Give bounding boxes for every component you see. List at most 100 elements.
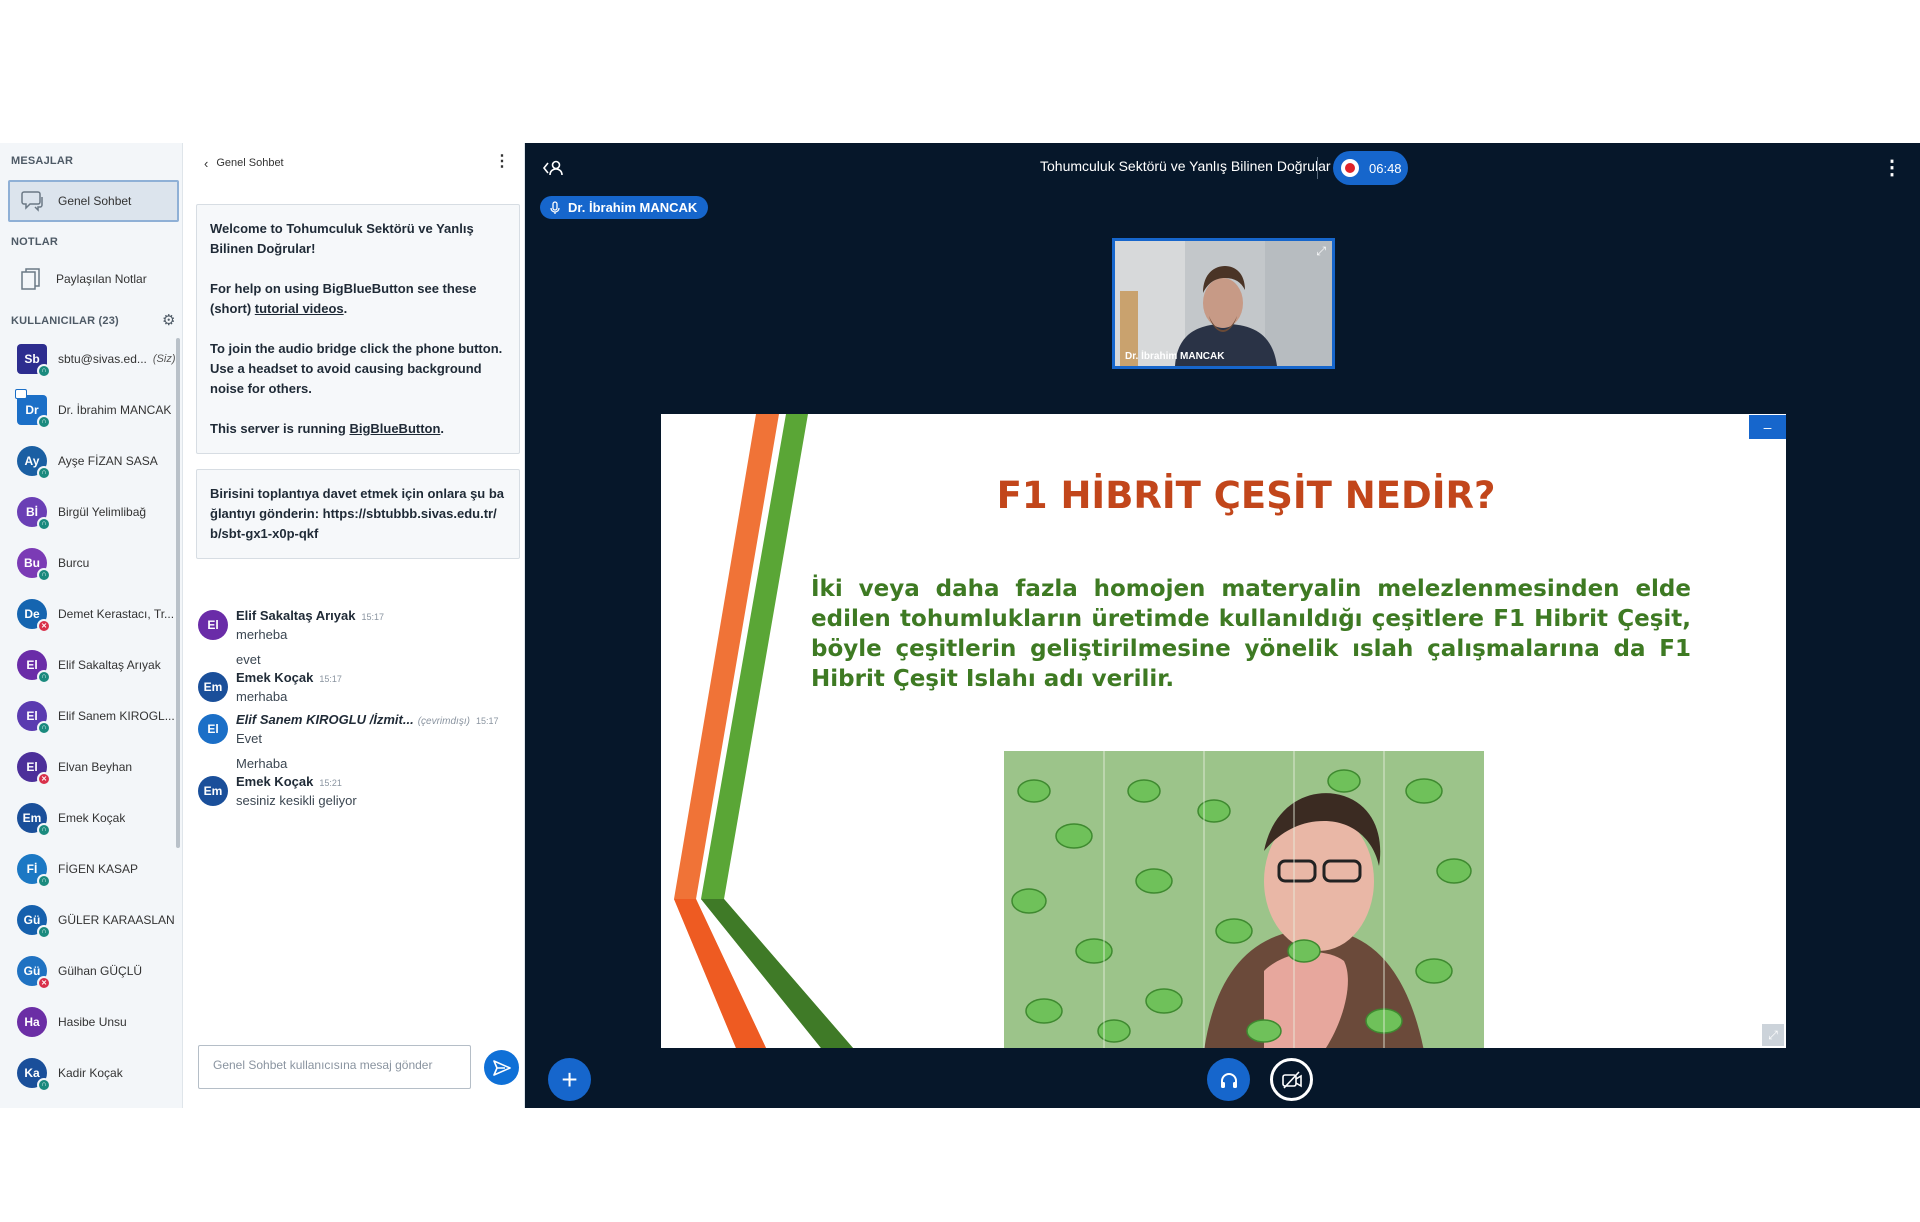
chat-back-button[interactable]: ‹ Genel Sohbet	[204, 153, 284, 173]
avatar-initials: Em	[203, 680, 223, 694]
sender-name: Elif Sakaltaş Arıyak	[236, 608, 356, 623]
message-text: merhaba	[236, 689, 288, 704]
send-button[interactable]	[484, 1050, 519, 1085]
invite-text: Birisini toplantıya davet etmek için onl…	[210, 486, 505, 541]
avatar: El ∩	[17, 700, 51, 735]
tutorial-link[interactable]: tutorial videos	[255, 301, 344, 316]
user-name: Kadir Koçak	[58, 1065, 123, 1080]
headphones-icon: ∩	[37, 669, 51, 684]
muted-microphone-icon: ✕	[37, 771, 51, 786]
user-list-item[interactable]: Bu ∩ Burcu	[0, 537, 176, 588]
avatar: Gü ∩	[17, 904, 51, 939]
user-list-item[interactable]: Gü ✕ Gülhan GÜÇLÜ	[0, 945, 176, 996]
user-list-sidebar: MESAJLAR Genel Sohbet NOTLAR Paylaşılan …	[0, 143, 183, 1108]
chat-options-icon[interactable]: ⋮	[494, 151, 510, 171]
user-name: FİGEN KASAP	[58, 861, 139, 876]
headphones-icon	[1220, 1072, 1237, 1088]
avatar: Gü ✕	[17, 955, 51, 990]
headphones-icon: ∩	[37, 873, 51, 888]
user-name: Emek Koçak	[58, 810, 126, 825]
avatar-initials: Fİ	[26, 861, 38, 876]
toggle-user-list-icon[interactable]	[542, 159, 564, 182]
chat-panel: ‹ Genel Sohbet ⋮ Welcome to Tohumculuk S…	[184, 143, 525, 1108]
offline-label: (çevrimdışı)	[417, 716, 470, 727]
message-time: 15:17	[475, 716, 499, 726]
avatar-initials: Dr	[25, 402, 39, 417]
user-list-item[interactable]: El ∩ Elif Sakaltaş Arıyak	[0, 639, 176, 690]
talking-indicator[interactable]: Dr. İbrahim MANCAK	[540, 196, 709, 219]
avatar-initials: Sb	[24, 351, 40, 366]
notes-icon	[16, 267, 46, 291]
invite-message: Birisini toplantıya davet etmek için onl…	[196, 469, 520, 559]
gear-icon[interactable]: ⚙	[162, 311, 175, 329]
avatar: El ✕	[17, 751, 51, 786]
recording-time: 06:48	[1369, 160, 1402, 176]
public-chat-item[interactable]: Genel Sohbet	[8, 180, 179, 222]
user-name: Demet Kerastacı, Tr...	[58, 606, 175, 621]
avatar-initials: El	[207, 618, 219, 632]
minimize-presentation-button[interactable]: –	[1749, 415, 1786, 439]
avatar: Dr ∩	[15, 388, 51, 429]
chat-message: El Elif Sakaltaş Arıyak 15:17 merheba evet	[198, 608, 518, 667]
message-header: Elif Sanem KIROGLU /İzmit... (çevrimdışı)…	[236, 712, 518, 727]
chat-message: Em Emek Koçak 15:17 merhaba	[198, 670, 518, 704]
message-text: merheba	[236, 627, 288, 642]
fullscreen-icon[interactable]: ⤢	[1316, 244, 1326, 259]
sender-name: Emek Koçak	[236, 670, 314, 685]
meeting-title: Tohumculuk Sektörü ve Yanlış Bilinen Doğ…	[1040, 158, 1331, 174]
user-list-item[interactable]: El ✕ Elvan Beyhan	[0, 741, 176, 792]
avatar: Sb ∩	[17, 343, 51, 378]
webcam-video[interactable]: Dr. İbrahim MANCAK ⤢	[1112, 238, 1335, 369]
avatar-initials: El	[26, 657, 38, 672]
bbb-link[interactable]: BigBlueButton	[349, 421, 440, 436]
chat-title: Genel Sohbet	[216, 157, 284, 169]
avatar: Em	[198, 672, 228, 702]
avatar: Em	[198, 776, 228, 806]
user-name: Elif Sakaltaş Arıyak	[58, 657, 161, 672]
server-text: This server is running	[210, 421, 350, 436]
message-text: evet	[236, 652, 261, 667]
leave-audio-button[interactable]	[1207, 1058, 1250, 1101]
headphones-icon: ∩	[37, 363, 51, 378]
user-name: GÜLER KARAASLAN	[58, 912, 175, 927]
user-list-item[interactable]: Sb ∩ sbtu@sivas.ed... (Siz)	[0, 333, 176, 384]
user-list-item[interactable]: Fİ ∩ FİGEN KASAP	[0, 843, 176, 894]
user-list-item[interactable]: Bİ ∩ Birgül Yelimlibağ	[0, 486, 176, 537]
message-text: Evet	[236, 731, 263, 746]
avatar: Bu ∩	[17, 547, 51, 582]
users-section-title: KULLANICILAR (23)	[11, 315, 119, 327]
microphone-icon	[550, 200, 560, 214]
user-list-item[interactable]: El ∩ Elif Sanem KIROGL...	[0, 690, 176, 741]
user-list-item[interactable]: Gü ∩ GÜLER KARAASLAN	[0, 894, 176, 945]
user-name: Hasibe Unsu	[58, 1014, 127, 1029]
shared-notes-item[interactable]: Paylaşılan Notlar	[8, 258, 179, 300]
slide-title: F1 HİBRİT ÇEŞİT NEDİR?	[996, 474, 1496, 517]
headphones-icon: ∩	[37, 822, 51, 837]
presenter-icon	[15, 388, 27, 399]
share-webcam-button[interactable]	[1270, 1058, 1313, 1101]
muted-microphone-icon: ✕	[37, 975, 51, 990]
slide-body: İki veya daha fazla homojen materyalin m…	[811, 576, 1691, 692]
user-name: Elif Sanem KIROGL...	[58, 708, 175, 723]
message-time: 15:21	[319, 778, 342, 788]
avatar-initials: El	[207, 722, 219, 736]
user-name: Elvan Beyhan	[58, 759, 133, 774]
user-list-item[interactable]: Em ∩ Emek Koçak	[0, 792, 176, 843]
slide-fullscreen-icon[interactable]: ⤢	[1762, 1024, 1784, 1046]
actions-add-button[interactable]: +	[548, 1058, 591, 1101]
user-list-item[interactable]: Dr ∩ Dr. İbrahim MANCAK	[0, 384, 176, 435]
user-list-item[interactable]: De ✕ Demet Kerastacı, Tr...	[0, 588, 176, 639]
recording-indicator[interactable]: 06:48	[1333, 151, 1408, 185]
options-menu-icon[interactable]: ⋮	[1882, 155, 1902, 180]
headphones-icon: ∩	[37, 516, 51, 531]
user-list-item[interactable]: Ay ∩ Ayşe FİZAN SASA	[0, 435, 176, 486]
user-list-scrollbar[interactable]	[176, 338, 180, 848]
avatar-initials: Gü	[23, 963, 41, 978]
user-name: Dr. İbrahim MANCAK	[58, 402, 172, 417]
chat-message-input[interactable]: Genel Sohbet kullanıcısına mesaj gönder	[198, 1045, 471, 1089]
video-off-icon	[1281, 1070, 1302, 1089]
user-list-item[interactable]: Ka ∩ Kadir Koçak	[0, 1047, 176, 1098]
sender-name: Elif Sanem KIROGLU /İzmit...	[236, 712, 414, 727]
message-header: Elif Sakaltaş Arıyak 15:17	[236, 608, 518, 623]
user-list-item[interactable]: Ha Hasibe Unsu	[0, 996, 176, 1047]
